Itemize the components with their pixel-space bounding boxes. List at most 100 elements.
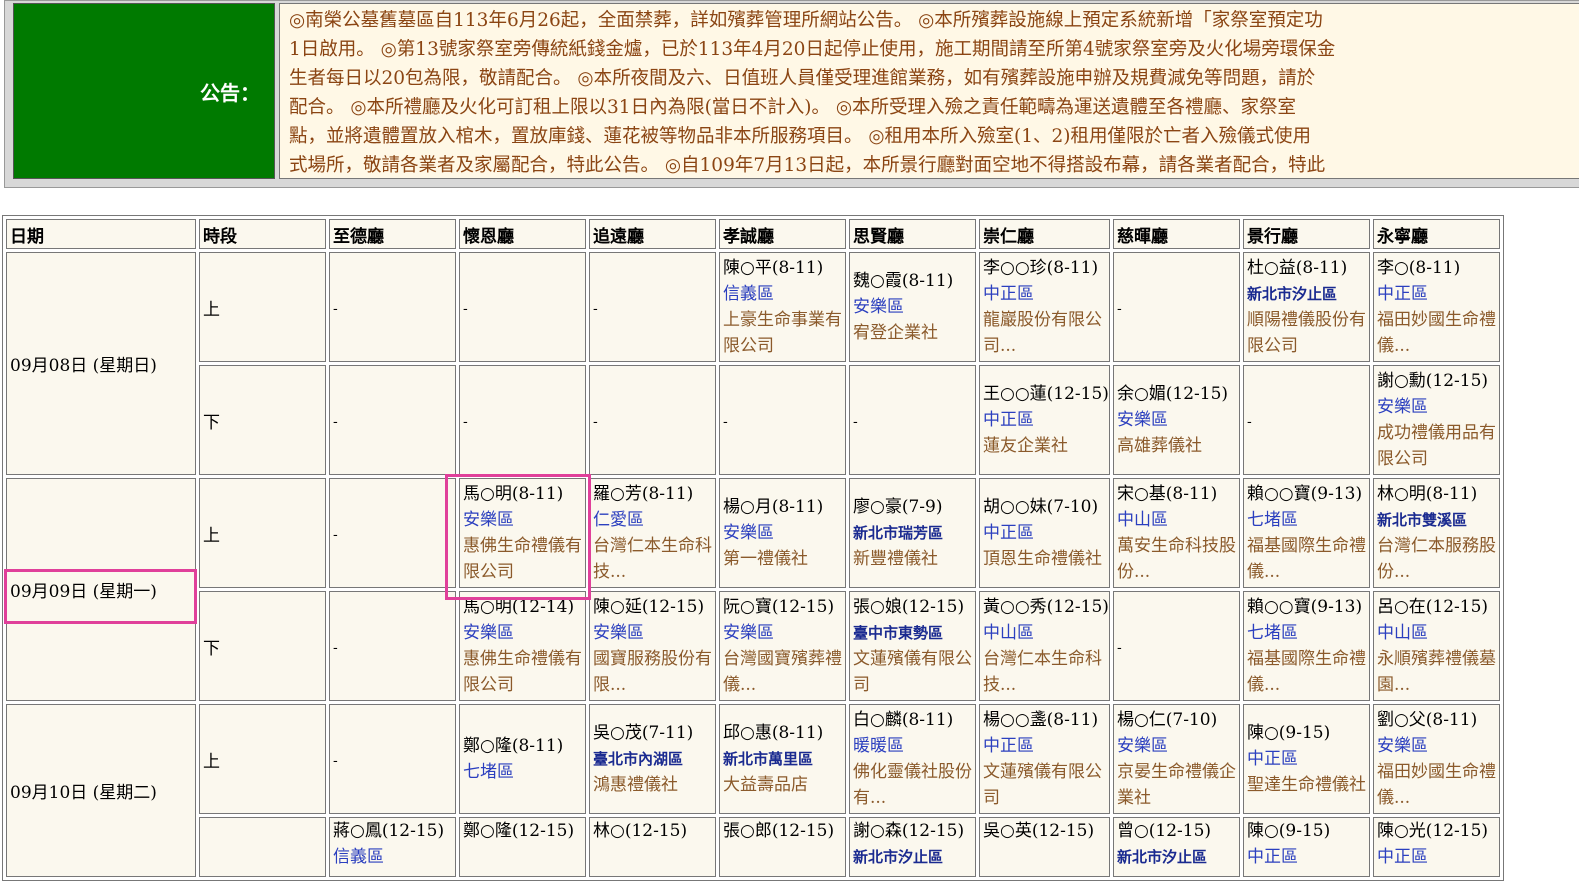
- booking-entry[interactable]: 陳○延(12-15) 安樂區 國寶服務股份有限...: [593, 594, 715, 698]
- district-link[interactable]: 中正區: [1377, 281, 1499, 307]
- booking-entry[interactable]: 楊○仁(7-10) 安樂區 京晏生命禮儀企業社: [1117, 707, 1239, 811]
- booking-cell[interactable]: -: [329, 252, 456, 362]
- booking-cell[interactable]: 楊○○盞(8-11) 中正區 文蓮殯儀有限公司: [979, 704, 1110, 814]
- booking-entry[interactable]: 張○郎(12-15): [723, 818, 845, 844]
- booking-cell[interactable]: 陳○(9-15) 中正區 聖達生命禮儀社: [1242, 704, 1370, 814]
- booking-entry[interactable]: 張○娘(12-15) 臺中市東勢區 文蓮殯儀有限公司: [853, 594, 975, 698]
- district-link[interactable]: 安樂區: [1377, 733, 1499, 759]
- district-link[interactable]: 臺北市內湖區: [593, 746, 715, 772]
- booking-cell[interactable]: 黃○○秀(12-15) 中山區 台灣仁本生命科技...: [979, 591, 1110, 701]
- booking-cell[interactable]: -: [849, 365, 976, 475]
- district-link[interactable]: 信義區: [723, 281, 845, 307]
- district-link[interactable]: 安樂區: [723, 620, 845, 646]
- booking-cell[interactable]: 陳○光(12-15) 中正區: [1372, 817, 1500, 877]
- district-link[interactable]: 中正區: [983, 281, 1109, 307]
- district-link[interactable]: 安樂區: [1117, 733, 1239, 759]
- booking-cell[interactable]: 曾○(12-15) 新北市汐止區: [1112, 817, 1240, 877]
- booking-cell[interactable]: 廖○豪(7-9) 新北市瑞芳區 新豐禮儀社: [849, 478, 976, 588]
- district-link[interactable]: 中山區: [1117, 507, 1239, 533]
- district-link[interactable]: 新北市雙溪區: [1377, 507, 1499, 533]
- booking-entry[interactable]: 胡○○妹(7-10) 中正區 頂恩生命禮儀社: [983, 494, 1109, 572]
- booking-entry[interactable]: 鄭○隆(8-11) 七堵區: [463, 733, 585, 785]
- booking-entry[interactable]: 陳○(9-15) 中正區: [1247, 818, 1369, 870]
- booking-cell[interactable]: -: [329, 478, 456, 588]
- district-link[interactable]: 安樂區: [463, 507, 585, 533]
- booking-entry[interactable]: 李○(8-11) 中正區 福田妙國生命禮儀...: [1377, 255, 1499, 359]
- district-link[interactable]: 安樂區: [1377, 394, 1499, 420]
- district-link[interactable]: 安樂區: [723, 520, 845, 546]
- district-link[interactable]: 仁愛區: [593, 507, 715, 533]
- booking-cell[interactable]: 劉○父(8-11) 安樂區 福田妙國生命禮儀...: [1372, 704, 1500, 814]
- booking-cell[interactable]: -: [1112, 591, 1240, 701]
- district-link[interactable]: 中正區: [1247, 746, 1369, 772]
- booking-entry[interactable]: 謝○森(12-15) 新北市汐止區: [853, 818, 975, 870]
- district-link[interactable]: 七堵區: [463, 759, 585, 785]
- booking-cell[interactable]: 吳○茂(7-11) 臺北市內湖區 鴻惠禮儀社: [589, 704, 716, 814]
- district-link[interactable]: 七堵區: [1247, 620, 1369, 646]
- booking-entry[interactable]: 曾○(12-15) 新北市汐止區: [1117, 818, 1239, 870]
- booking-entry[interactable]: 王○○蓮(12-15) 中正區 蓮友企業社: [983, 381, 1109, 459]
- booking-cell[interactable]: 李○○珍(8-11) 中正區 龍巖股份有限公司...: [979, 252, 1110, 362]
- booking-entry[interactable]: 馬○明(12-14) 安樂區 惠佛生命禮儀有限公司: [463, 594, 585, 698]
- booking-cell[interactable]: 宋○基(8-11) 中山區 萬安生命科技股份...: [1112, 478, 1240, 588]
- booking-entry[interactable]: 陳○光(12-15) 中正區: [1377, 818, 1499, 870]
- booking-cell[interactable]: 胡○○妹(7-10) 中正區 頂恩生命禮儀社: [979, 478, 1110, 588]
- district-link[interactable]: 中正區: [1377, 844, 1499, 870]
- booking-cell[interactable]: 陳○(9-15) 中正區: [1242, 817, 1370, 877]
- district-link[interactable]: 信義區: [333, 844, 455, 870]
- booking-cell[interactable]: -: [329, 704, 456, 814]
- booking-entry[interactable]: 阮○寶(12-15) 安樂區 台灣國寶殯葬禮儀...: [723, 594, 845, 698]
- booking-cell[interactable]: 吳○英(12-15): [979, 817, 1110, 877]
- booking-entry[interactable]: 謝○勳(12-15) 安樂區 成功禮儀用品有限公司: [1377, 368, 1499, 472]
- booking-cell[interactable]: -: [329, 365, 456, 475]
- booking-entry[interactable]: 魏○霞(8-11) 安樂區 宥登企業社: [853, 268, 975, 346]
- booking-cell[interactable]: -: [1242, 365, 1370, 475]
- booking-cell[interactable]: 馬○明(8-11) 安樂區 惠佛生命禮儀有限公司: [459, 478, 586, 588]
- booking-cell[interactable]: -: [719, 365, 846, 475]
- booking-cell[interactable]: 鄭○隆(8-11) 七堵區: [459, 704, 586, 814]
- booking-cell[interactable]: 楊○月(8-11) 安樂區 第一禮儀社: [719, 478, 846, 588]
- booking-cell[interactable]: 賴○○寶(9-13) 七堵區 福基國際生命禮儀...: [1242, 591, 1370, 701]
- booking-cell[interactable]: -: [459, 252, 586, 362]
- booking-entry[interactable]: 李○○珍(8-11) 中正區 龍巖股份有限公司...: [983, 255, 1109, 359]
- booking-entry[interactable]: 楊○月(8-11) 安樂區 第一禮儀社: [723, 494, 845, 572]
- district-link[interactable]: 中正區: [983, 733, 1109, 759]
- district-link[interactable]: 新北市汐止區: [1117, 844, 1239, 870]
- booking-cell[interactable]: 邱○惠(8-11) 新北市萬里區 大益壽品店: [719, 704, 846, 814]
- booking-cell[interactable]: 魏○霞(8-11) 安樂區 宥登企業社: [849, 252, 976, 362]
- district-link[interactable]: 七堵區: [1247, 507, 1369, 533]
- booking-cell[interactable]: 林○(12-15): [589, 817, 716, 877]
- booking-entry[interactable]: 羅○芳(8-11) 仁愛區 台灣仁本生命科技...: [593, 481, 715, 585]
- district-link[interactable]: 安樂區: [463, 620, 585, 646]
- district-link[interactable]: 新北市汐止區: [1247, 281, 1369, 307]
- district-link[interactable]: 安樂區: [593, 620, 715, 646]
- booking-cell[interactable]: 王○○蓮(12-15) 中正區 蓮友企業社: [979, 365, 1110, 475]
- booking-cell[interactable]: 張○郎(12-15): [719, 817, 846, 877]
- booking-cell[interactable]: 白○麟(8-11) 暖暖區 佛化靈儀社股份有...: [849, 704, 976, 814]
- booking-cell[interactable]: -: [1112, 252, 1240, 362]
- booking-cell[interactable]: 謝○勳(12-15) 安樂區 成功禮儀用品有限公司: [1372, 365, 1500, 475]
- booking-cell[interactable]: 馬○明(12-14) 安樂區 惠佛生命禮儀有限公司: [459, 591, 586, 701]
- booking-entry[interactable]: 楊○○盞(8-11) 中正區 文蓮殯儀有限公司: [983, 707, 1109, 811]
- district-link[interactable]: 中山區: [983, 620, 1109, 646]
- district-link[interactable]: 中山區: [1377, 620, 1499, 646]
- district-link[interactable]: 新北市瑞芳區: [853, 520, 975, 546]
- booking-entry[interactable]: 宋○基(8-11) 中山區 萬安生命科技股份...: [1117, 481, 1239, 585]
- district-link[interactable]: 中正區: [983, 407, 1109, 433]
- booking-cell[interactable]: 杜○益(8-11) 新北市汐止區 順陽禮儀股份有限公司: [1242, 252, 1370, 362]
- booking-entry[interactable]: 林○(12-15): [593, 818, 715, 844]
- booking-cell[interactable]: 賴○○寶(9-13) 七堵區 福基國際生命禮儀...: [1242, 478, 1370, 588]
- booking-entry[interactable]: 賴○○寶(9-13) 七堵區 福基國際生命禮儀...: [1247, 594, 1369, 698]
- booking-cell[interactable]: 呂○在(12-15) 中山區 永順殯葬禮儀墓園...: [1372, 591, 1500, 701]
- booking-cell[interactable]: -: [589, 365, 716, 475]
- booking-cell[interactable]: -: [459, 365, 586, 475]
- booking-entry[interactable]: 林○明(8-11) 新北市雙溪區 台灣仁本服務股份...: [1377, 481, 1499, 585]
- booking-entry[interactable]: 邱○惠(8-11) 新北市萬里區 大益壽品店: [723, 720, 845, 798]
- booking-cell[interactable]: 謝○森(12-15) 新北市汐止區: [849, 817, 976, 877]
- district-link[interactable]: 暖暖區: [853, 733, 975, 759]
- booking-cell[interactable]: 陳○平(8-11) 信義區 上豪生命事業有限公司: [719, 252, 846, 362]
- booking-cell[interactable]: -: [329, 591, 456, 701]
- booking-entry[interactable]: 呂○在(12-15) 中山區 永順殯葬禮儀墓園...: [1377, 594, 1499, 698]
- district-link[interactable]: 新北市汐止區: [853, 844, 975, 870]
- booking-entry[interactable]: 馬○明(8-11) 安樂區 惠佛生命禮儀有限公司: [463, 481, 585, 585]
